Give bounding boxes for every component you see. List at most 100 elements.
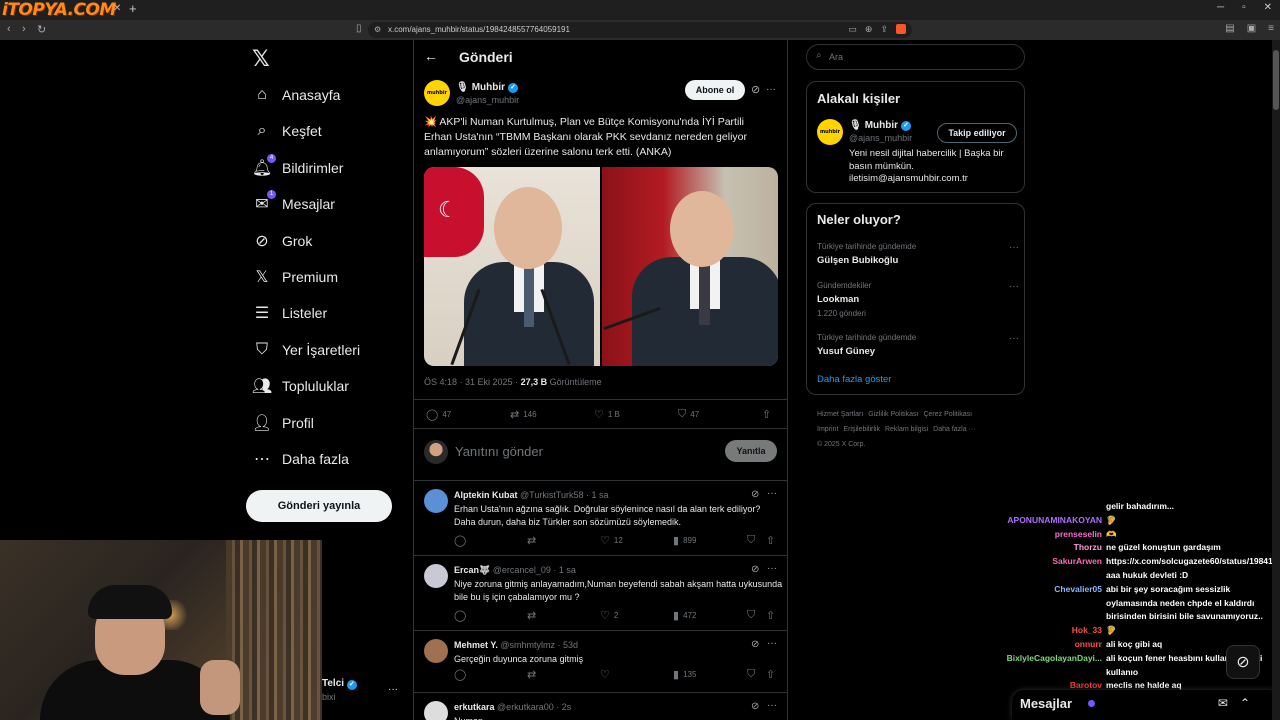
reply-author[interactable]: Ercan🐺 xyxy=(454,565,490,575)
repost-action[interactable]: ⇄ xyxy=(527,668,540,681)
grok-icon[interactable]: ⊘ xyxy=(751,489,759,500)
bookmark-page-icon[interactable]: ▯ xyxy=(356,23,362,34)
author-handle[interactable]: @ajans_muhbir xyxy=(456,95,519,105)
close-tab-icon[interactable]: ✕ xyxy=(113,3,121,14)
reply-avatar[interactable] xyxy=(424,489,448,513)
close-window-icon[interactable]: ✕ xyxy=(1264,2,1272,13)
reply-item[interactable]: Ercan🐺 @ercancel_09 · 1 sa ⊘ ··· Niye zorun… xyxy=(414,556,787,631)
bookmark-action[interactable]: ⛉ xyxy=(747,609,755,622)
like-action[interactable]: ♡ 12 xyxy=(600,534,623,547)
share-icon[interactable]: ⇪ xyxy=(880,24,888,35)
more-options-icon[interactable]: ··· xyxy=(767,700,777,711)
grok-icon[interactable]: ⊘ xyxy=(751,564,759,575)
reply-avatar[interactable] xyxy=(424,639,448,663)
footer-link[interactable]: Çerez Politikası xyxy=(923,411,972,418)
related-avatar[interactable]: muhbir xyxy=(817,119,843,145)
author-name-row[interactable]: 🎙 Muhbir ✓ xyxy=(456,82,519,93)
reply-avatar[interactable] xyxy=(424,564,448,588)
nav-item-5[interactable]: 𝕏 Premium xyxy=(252,262,338,292)
repost-action[interactable]: ⇄ xyxy=(527,609,540,622)
reply-item[interactable]: Alptekin Kubat @TurkistTurk58 · 1 sa ⊘ ···… xyxy=(414,481,787,556)
grok-icon[interactable]: ⊘ xyxy=(751,83,760,96)
wallet-icon[interactable]: ▣ xyxy=(1247,23,1256,34)
messages-drawer[interactable]: Mesajlar ✉ ⌃ xyxy=(1012,690,1280,720)
subscribe-button[interactable]: Abone ol xyxy=(685,80,745,100)
back-nav-icon[interactable]: ‹ xyxy=(7,23,11,35)
x-logo-icon[interactable]: 𝕏 xyxy=(252,47,270,72)
footer-link[interactable]: Gizlilik Politikası xyxy=(868,411,918,418)
share-action[interactable]: ⇧ xyxy=(766,609,775,622)
tweet-image[interactable]: ☾ xyxy=(424,167,778,366)
more-options-icon[interactable]: ··· xyxy=(1009,333,1019,344)
nav-item-2[interactable]: 🔔︎ 4 Bildirimler xyxy=(252,153,343,183)
reply-item[interactable]: erkutkara @erkutkara00 · 2s ⊘ ··· Numan... xyxy=(414,693,787,720)
like-action[interactable]: ♡ xyxy=(600,668,614,681)
repost-action[interactable]: ⇄ 146 xyxy=(510,408,537,421)
footer-link[interactable]: © 2025 X Corp. xyxy=(817,441,865,448)
reply-author[interactable]: Mehmet Y. xyxy=(454,640,498,650)
more-options-icon[interactable]: ··· xyxy=(766,84,776,95)
footer-link[interactable]: Hizmet Şartları xyxy=(817,411,863,418)
share-action[interactable]: ⇧ xyxy=(766,668,775,681)
post-button[interactable]: Gönderi yayınla xyxy=(246,490,392,522)
more-options-icon[interactable]: ··· xyxy=(767,638,777,649)
reply-action[interactable]: ◯ xyxy=(454,534,470,547)
minimize-icon[interactable]: ─ xyxy=(1217,2,1224,13)
share-action[interactable]: ⇧ xyxy=(762,408,771,421)
expand-icon[interactable]: ⌃ xyxy=(1240,696,1250,710)
maximize-icon[interactable]: ▫ xyxy=(1242,2,1246,13)
like-action[interactable]: ♡ 2 xyxy=(600,609,618,622)
nav-item-10[interactable]: ⋯ Daha fazla xyxy=(252,444,349,474)
trend-item[interactable]: Türkiye tarihinde gündemde Yusuf Güney ··· xyxy=(817,333,1019,357)
reply-action[interactable]: ◯ 47 xyxy=(426,408,451,421)
nav-item-4[interactable]: ⊘ Grok xyxy=(252,226,312,256)
bookmark-action[interactable]: ⛉ 47 xyxy=(678,408,699,421)
footer-link[interactable]: Reklam bilgisi xyxy=(885,426,928,433)
more-options-icon[interactable]: ··· xyxy=(1009,281,1019,292)
search-input[interactable]: ⌕ Ara xyxy=(806,44,1025,70)
more-options-icon[interactable]: ··· xyxy=(767,488,777,499)
reply-input[interactable]: Yanıtını gönder xyxy=(455,444,543,459)
reply-author[interactable]: erkutkara xyxy=(454,702,495,712)
trend-item[interactable]: Gündemdekiler Lookman 1.220 gönderi ··· xyxy=(817,281,1019,318)
grok-icon[interactable]: ⊘ xyxy=(751,701,759,712)
reply-button[interactable]: Yanıtla xyxy=(725,440,777,462)
scrollbar-thumb[interactable] xyxy=(1273,50,1279,110)
menu-icon[interactable]: ≡ xyxy=(1268,23,1274,34)
reply-item[interactable]: Mehmet Y. @smhmtylmz · 53d ⊘ ··· Gerçeğin d… xyxy=(414,631,787,693)
footer-link[interactable]: Imprint xyxy=(817,426,838,433)
footer-link[interactable]: Erişilebilirlik xyxy=(843,426,880,433)
nav-item-1[interactable]: ⌕ Keşfet xyxy=(252,116,322,146)
related-name-row[interactable]: 🎙 Muhbir ✓ xyxy=(849,120,912,131)
nav-item-8[interactable]: 👥︎ Topluluklar xyxy=(252,371,349,401)
following-button[interactable]: Takip ediliyor xyxy=(937,123,1017,143)
views-action[interactable]: ▮ 472 xyxy=(673,609,696,622)
footer-link[interactable]: Daha fazla ··· xyxy=(933,426,975,433)
scrollbar[interactable] xyxy=(1272,40,1280,720)
author-avatar[interactable]: muhbir xyxy=(424,80,450,106)
url-field[interactable]: ⚙ x.com/ajans_muhbir/status/198424855776… xyxy=(368,22,912,38)
like-action[interactable]: ♡ 1 B xyxy=(594,408,620,421)
bookmark-action[interactable]: ⛉ xyxy=(747,668,755,681)
zoom-icon[interactable]: ⊕ xyxy=(865,24,873,35)
compose-message-icon[interactable]: ✉ xyxy=(1218,696,1228,710)
show-more-link[interactable]: Daha fazla göster xyxy=(817,374,891,385)
shield-icon[interactable] xyxy=(896,24,906,34)
nav-item-3[interactable]: ✉ 1 Mesajlar xyxy=(252,189,335,219)
views-action[interactable]: ▮ 899 xyxy=(673,534,696,547)
screen-icon[interactable]: ▭ xyxy=(848,24,857,35)
bookmark-action[interactable]: ⛉ xyxy=(747,534,755,547)
views-action[interactable]: ▮ 135 xyxy=(673,668,696,681)
nav-item-7[interactable]: ⛉ Yer İşaretleri xyxy=(252,335,360,365)
sidebar-toggle-icon[interactable]: ▤ xyxy=(1225,23,1234,34)
trend-item[interactable]: Türkiye tarihinde gündemde Gülşen Bubikoğ… xyxy=(817,242,1019,266)
more-options-icon[interactable]: ··· xyxy=(767,563,777,574)
nav-item-0[interactable]: ⌂ Anasayfa xyxy=(252,80,340,110)
forward-nav-icon[interactable]: › xyxy=(22,23,26,35)
new-tab-button[interactable]: + xyxy=(129,1,137,16)
account-more-icon[interactable]: ··· xyxy=(388,684,398,695)
grok-fab-icon[interactable]: ⊘ xyxy=(1226,645,1260,679)
site-info-icon[interactable]: ⚙ xyxy=(374,25,381,34)
back-arrow-icon[interactable]: ← xyxy=(424,48,438,64)
grok-icon[interactable]: ⊘ xyxy=(751,639,759,650)
